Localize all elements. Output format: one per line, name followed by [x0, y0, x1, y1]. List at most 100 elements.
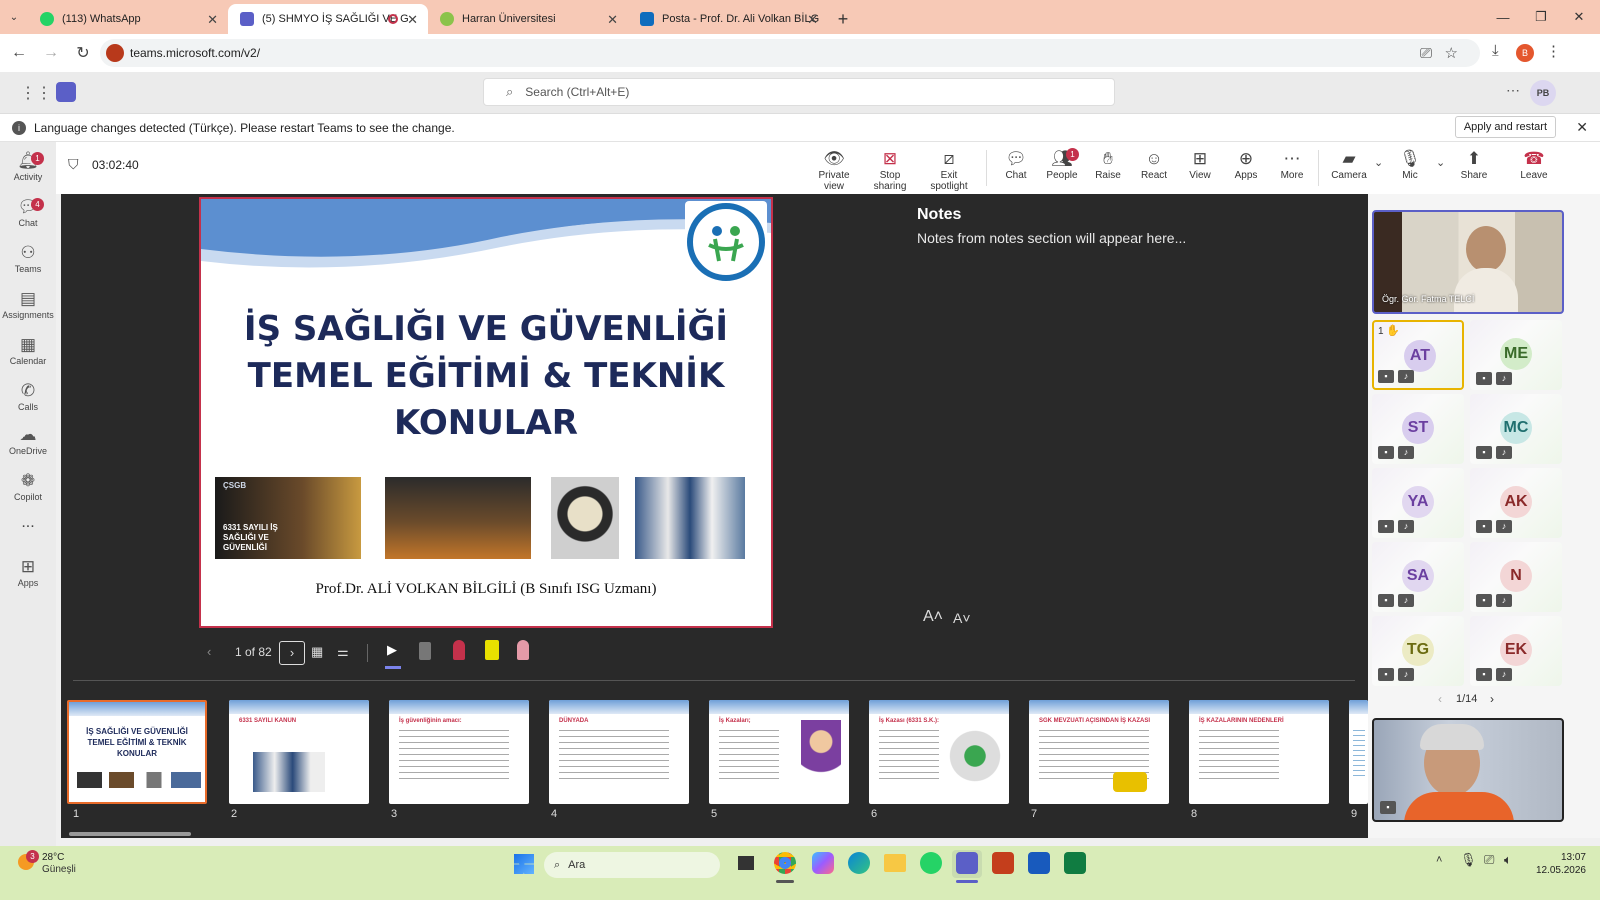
network-icon[interactable]: ⎚ — [1484, 852, 1494, 868]
more-button[interactable]: ⋯ More — [1274, 148, 1310, 181]
microphone-tray-icon[interactable]: 🎙︎ — [1460, 852, 1477, 868]
camera-button[interactable]: ▰ Camera — [1328, 148, 1370, 181]
rail-item-chat[interactable]: 💬︎ 4 Chat — [0, 196, 56, 228]
leave-button[interactable]: ☎︎ Leave — [1516, 148, 1552, 181]
chat-button[interactable]: 💬︎ Chat — [998, 148, 1034, 181]
taskbar-search-box[interactable]: ⌕ Ara — [544, 852, 720, 878]
thumbnail-scrollbar[interactable] — [69, 832, 191, 836]
previous-page-icon[interactable]: ‹ — [1438, 692, 1442, 706]
red-pen-icon[interactable] — [453, 640, 465, 660]
slide-thumbnail[interactable]: İŞ KAZALARININ NEDENLERİ — [1189, 700, 1329, 804]
raise-hand-button[interactable]: ✋︎ Raise — [1090, 148, 1126, 181]
more-options-icon[interactable]: ⋯ — [1506, 82, 1520, 99]
word-app-icon[interactable] — [1028, 852, 1050, 874]
participant-tile[interactable]: AK ▪ ♪ — [1470, 468, 1562, 538]
presenter-video-tile[interactable]: Ögr. Gör. Fatma TELCİ — [1372, 210, 1564, 314]
close-notice-icon[interactable]: ✕ — [1576, 119, 1588, 136]
restore-button[interactable]: ❐ — [1522, 0, 1560, 34]
windows-start-icon[interactable] — [514, 854, 534, 874]
mic-button[interactable]: 🎙︎ Mic — [1392, 148, 1428, 181]
browser-tab-teams[interactable]: (5) SHMYO İŞ SAĞLIĞI VE G ✕ — [228, 4, 428, 34]
show-hidden-icons-chevron[interactable]: ˄ — [1436, 854, 1442, 866]
close-window-button[interactable]: ✕ — [1560, 0, 1598, 34]
rail-item-onedrive[interactable]: ☁︎ OneDrive — [0, 424, 56, 456]
browser-tab-harran[interactable]: Harran Üniversitesi ✕ — [428, 4, 628, 34]
slide-thumbnail[interactable]: İş güvenliğinin amacı: — [389, 700, 529, 804]
copilot-app-icon[interactable] — [812, 852, 834, 874]
slide-thumbnail[interactable]: DÜNYADA — [549, 700, 689, 804]
participant-tile[interactable]: 1 ✋ AT ▪ ♪ — [1372, 320, 1464, 390]
rail-more-apps[interactable]: ... — [0, 514, 56, 532]
previous-slide-icon[interactable]: ‹ — [207, 644, 211, 659]
search-input[interactable]: ⌕ Search (Ctrl+Alt+E) — [483, 78, 1115, 106]
slide-thumbnail[interactable]: İş Kazası (6331 S.K.): — [869, 700, 1009, 804]
tab-search-dropdown[interactable]: ⌄ — [0, 0, 28, 34]
participant-tile[interactable]: EK ▪ ♪ — [1470, 616, 1562, 686]
rail-item-assignments[interactable]: ▤ Assignments — [0, 288, 56, 320]
rail-item-calendar[interactable]: ▦ Calendar — [0, 334, 56, 366]
next-page-icon[interactable]: › — [1490, 692, 1494, 706]
slide-thumbnail[interactable]: 6331 SAYILI KANUN — [229, 700, 369, 804]
edge-app-icon[interactable] — [848, 852, 870, 874]
laser-pointer-icon[interactable] — [419, 642, 431, 660]
rail-item-apps[interactable]: ⊞ Apps — [0, 556, 56, 588]
volume-icon[interactable]: 🔈︎ — [1504, 852, 1512, 868]
close-tab-icon[interactable]: ✕ — [407, 12, 418, 28]
close-tab-icon[interactable]: ✕ — [607, 12, 618, 28]
share-button[interactable]: ⬆ Share — [1456, 148, 1492, 181]
increase-font-button[interactable]: A˄ — [923, 608, 943, 626]
self-video-tile[interactable]: ▪ — [1372, 718, 1564, 822]
next-slide-button[interactable]: › — [279, 641, 305, 665]
bookmark-star-icon[interactable]: ☆ — [1445, 44, 1458, 62]
slide-thumbnail[interactable]: İŞ SAĞLIĞI VE GÜVENLİĞİ TEMEL EĞİTİMİ & … — [67, 700, 207, 804]
install-app-icon[interactable]: ⎚ — [1420, 45, 1432, 62]
user-avatar[interactable]: PB — [1530, 80, 1556, 106]
browser-tab-outlook[interactable]: Posta - Prof. Dr. Ali Volkan BİLG ✕ — [628, 4, 828, 34]
participant-tile[interactable]: YA ▪ ♪ — [1372, 468, 1464, 538]
slide-thumbnail[interactable] — [1349, 700, 1368, 804]
settings-sliders-icon[interactable]: ⚌ — [337, 644, 349, 660]
decrease-font-button[interactable]: A˅ — [953, 610, 971, 626]
participant-tile[interactable]: MC ▪ ♪ — [1470, 394, 1562, 464]
back-button[interactable]: ← — [6, 40, 32, 66]
highlighter-icon[interactable] — [485, 640, 499, 660]
view-button[interactable]: ⊞ View — [1182, 148, 1218, 181]
rail-item-activity[interactable]: 🔔︎ 1 Activity — [0, 150, 56, 182]
download-icon[interactable]: ⤓ — [1492, 42, 1499, 59]
apply-and-restart-button[interactable]: Apply and restart — [1454, 116, 1556, 138]
camera-options-chevron-icon[interactable]: ⌄ — [1374, 156, 1383, 169]
close-tab-icon[interactable]: ✕ — [207, 12, 218, 28]
grid-view-icon[interactable]: ▦ — [311, 644, 323, 660]
chrome-app-icon[interactable] — [774, 852, 796, 874]
apps-button[interactable]: ⊕ Apps — [1228, 148, 1264, 181]
task-view-icon[interactable] — [738, 856, 754, 870]
slide-thumbnail[interactable]: İş Kazaları; — [709, 700, 849, 804]
react-button[interactable]: ☺ React — [1136, 148, 1172, 181]
new-tab-button[interactable]: + — [828, 4, 858, 34]
reload-button[interactable]: ↻ — [70, 40, 96, 66]
private-view-button[interactable]: 👁︎ Private view — [810, 148, 858, 192]
rail-item-copilot[interactable]: ❁ Copilot — [0, 470, 56, 502]
clock-time[interactable]: 13:07 — [1534, 852, 1586, 863]
participant-tile[interactable]: TG ▪ ♪ — [1372, 616, 1464, 686]
site-info-icon[interactable] — [106, 44, 124, 62]
powerpoint-app-icon[interactable] — [992, 852, 1014, 874]
browser-tab-whatsapp[interactable]: (113) WhatsApp ✕ — [28, 4, 228, 34]
pointer-tool-icon[interactable]: ▶ — [387, 642, 397, 658]
clock-date[interactable]: 12.05.2026 — [1520, 865, 1586, 876]
stop-sharing-button[interactable]: ⊠ Stop sharing — [864, 148, 916, 192]
participant-tile[interactable]: SA ▪ ♪ — [1372, 542, 1464, 612]
slide-thumbnail[interactable]: SGK MEVZUATI AÇISINDAN İŞ KAZASI — [1029, 700, 1169, 804]
mic-options-chevron-icon[interactable]: ⌄ — [1436, 156, 1445, 169]
minimize-button[interactable]: — — [1484, 0, 1522, 34]
whatsapp-app-icon[interactable] — [920, 852, 942, 874]
rail-item-calls[interactable]: ✆ Calls — [0, 380, 56, 412]
people-button[interactable]: 👥︎ 1 People — [1044, 148, 1080, 181]
exit-spotlight-button[interactable]: ⧄ Exit spotlight — [922, 148, 976, 192]
participant-tile[interactable]: N ▪ ♪ — [1470, 542, 1562, 612]
participant-tile[interactable]: ME ▪ ♪ — [1470, 320, 1562, 390]
file-explorer-icon[interactable] — [884, 854, 906, 872]
close-tab-icon[interactable]: ✕ — [807, 12, 818, 28]
eraser-icon[interactable] — [517, 640, 529, 660]
participant-tile[interactable]: ST ▪ ♪ — [1372, 394, 1464, 464]
